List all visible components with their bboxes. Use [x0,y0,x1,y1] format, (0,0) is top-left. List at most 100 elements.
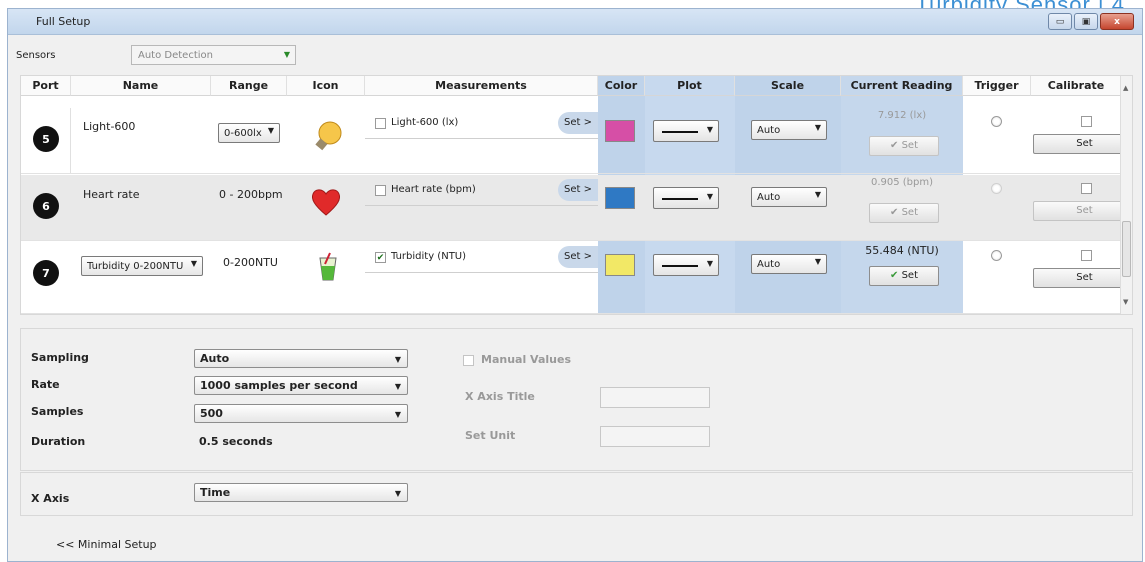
scale-dropdown[interactable]: Auto ▼ [751,254,827,274]
color-swatch[interactable] [605,120,635,142]
measurement-checkbox[interactable] [375,118,386,129]
chevron-down-icon: ▼ [283,50,290,59]
measurement-set-button[interactable]: Set > [558,112,598,134]
current-reading: 0.905 (bpm) [870,177,934,188]
sensor-row-6: 6 Heart rate 0 - 200bpm Heart rate (bpm)… [21,175,1132,241]
calibrate-checkbox[interactable] [1081,183,1092,194]
color-swatch[interactable] [605,187,635,209]
chevron-down-icon: ▼ [814,257,821,266]
sensor-grid: Port Name Range Icon Measurements Color … [20,75,1133,315]
chevron-down-icon: ▼ [814,123,821,132]
trigger-radio[interactable] [991,250,1002,261]
measurement-set-button[interactable]: Set > [558,179,598,201]
header-port: Port [21,76,71,96]
measurement-label: Turbidity (NTU) [391,251,467,262]
sensor-name: Heart rate [83,188,140,201]
range-value: 0-600lx [224,127,262,139]
heart-icon [310,187,342,220]
range-dropdown[interactable]: 0-600lx ▼ [218,123,280,143]
plot-style-dropdown[interactable]: ▼ [653,187,719,209]
set-unit-input[interactable] [600,426,710,447]
manual-values-checkbox[interactable] [463,355,474,366]
scale-value: Auto [757,258,781,270]
measurement-set-button[interactable]: Set > [558,246,598,268]
scroll-down-icon[interactable]: ▼ [1123,298,1128,306]
chevron-down-icon: ▼ [394,410,401,419]
scroll-up-icon[interactable]: ▲ [1123,84,1128,92]
reading-set-button[interactable]: ✔ Set [869,203,939,223]
title-bar: Full Setup ▭ ▣ x [8,9,1142,35]
sampling-panel: Sampling Auto ▼ Rate 1000 samples per sec… [20,328,1133,471]
color-swatch[interactable] [605,254,635,276]
rate-dropdown[interactable]: 1000 samples per second ▼ [194,376,408,395]
scale-value: Auto [757,124,781,136]
xaxis-title-label: X Axis Title [465,390,535,403]
plot-style-dropdown[interactable]: ▼ [653,120,719,142]
header-icon: Icon [287,76,365,96]
sensors-dropdown[interactable]: Auto Detection ▼ [131,45,296,65]
duration-label: Duration [31,435,86,448]
chevron-down-icon: ▼ [706,259,713,268]
duration-value: 0.5 seconds [199,435,273,448]
calibrate-set-button[interactable]: Set [1033,134,1132,154]
reading-set-button[interactable]: ✔ Set [869,136,939,156]
xaxis-dropdown[interactable]: Time ▼ [194,483,408,502]
chevron-down-icon: ▼ [706,125,713,134]
chevron-down-icon: ▼ [394,355,401,364]
scale-dropdown[interactable]: Auto ▼ [751,120,827,140]
header-color: Color [598,76,645,96]
close-button[interactable]: x [1100,13,1134,30]
sensors-row: Sensors Auto Detection ▼ [16,45,296,65]
trigger-radio[interactable] [991,116,1002,127]
scale-value: Auto [757,191,781,203]
trigger-radio[interactable] [991,183,1002,194]
samples-dropdown[interactable]: 500 ▼ [194,404,408,423]
sampling-dropdown[interactable]: Auto ▼ [194,349,408,368]
sensor-name: Turbidity 0-200NTU [87,260,184,272]
minimize-button[interactable]: ▭ [1048,13,1072,30]
chevron-down-icon: ▼ [190,259,197,268]
scrollbar-thumb[interactable] [1122,221,1131,277]
calibrate-set-button[interactable]: Set [1033,201,1132,221]
samples-label: Samples [31,405,84,418]
maximize-button[interactable]: ▣ [1074,13,1098,30]
plot-style-dropdown[interactable]: ▼ [653,254,719,276]
current-reading: 7.912 (lx) [877,110,927,121]
port-badge: 7 [33,260,59,286]
full-setup-window: Full Setup ▭ ▣ x Sensors Auto Detection … [7,8,1143,562]
chevron-down-icon: ▼ [267,126,274,135]
sensor-row-5: 5 Light-600 0-600lx ▼ Light-600 (lx) Set… [21,108,1132,174]
rate-label: Rate [31,378,60,391]
bulb-icon [313,120,343,157]
header-calibrate: Calibrate [1031,76,1122,96]
manual-values-label: Manual Values [481,353,571,366]
scale-dropdown[interactable]: Auto ▼ [751,187,827,207]
sampling-label: Sampling [31,351,89,364]
measurement-checkbox[interactable] [375,185,386,196]
current-reading: 55.484 (NTU) [865,244,939,257]
header-range: Range [211,76,287,96]
window-title: Full Setup [36,15,91,28]
header-trigger: Trigger [963,76,1031,96]
header-current-reading: Current Reading [841,76,963,96]
minimal-setup-link[interactable]: << Minimal Setup [56,538,157,551]
sensor-name-dropdown[interactable]: Turbidity 0-200NTU ▼ [81,256,203,276]
grid-scrollbar[interactable]: ▲ ▼ [1120,76,1132,314]
measurement-label: Light-600 (lx) [391,117,459,128]
sensor-name: Light-600 [83,120,136,133]
calibrate-set-button[interactable]: Set [1033,268,1132,288]
header-plot: Plot [645,76,735,96]
xaxis-label: X Axis [31,492,70,505]
chevron-down-icon: ▼ [814,190,821,199]
reading-set-button[interactable]: ✔ Set [869,266,939,286]
port-badge: 6 [33,193,59,219]
xaxis-title-input[interactable] [600,387,710,408]
calibrate-checkbox[interactable] [1081,250,1092,261]
beaker-icon [317,252,339,285]
range-text: 0 - 200bpm [219,188,283,201]
port-badge: 5 [33,126,59,152]
set-unit-label: Set Unit [465,429,516,442]
calibrate-checkbox[interactable] [1081,116,1092,127]
measurement-checkbox[interactable]: ✔ [375,252,386,263]
header-scale: Scale [735,76,841,96]
